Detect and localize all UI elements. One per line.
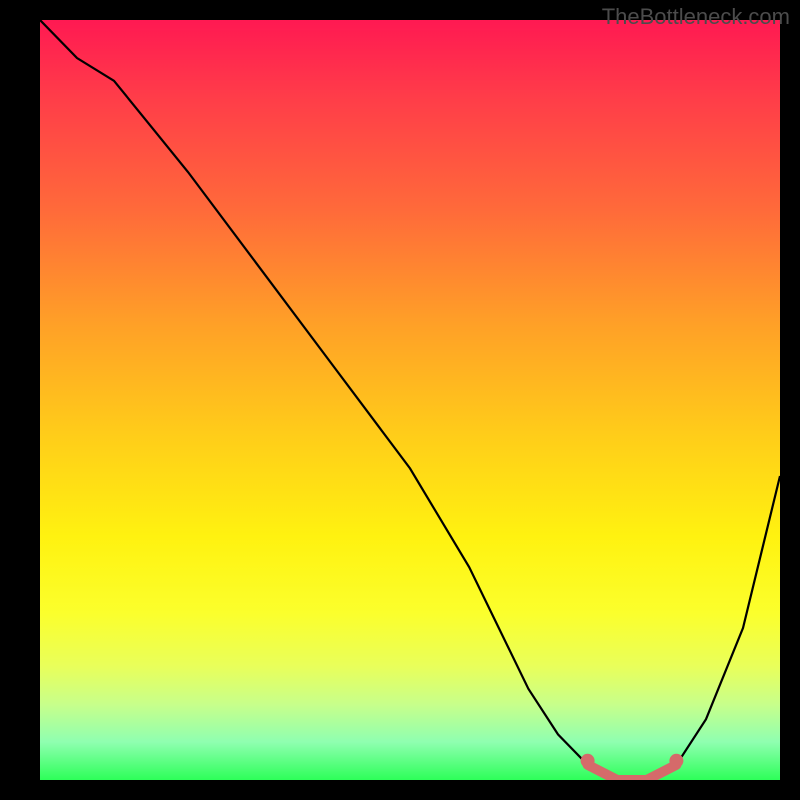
- watermark-label: TheBottleneck.com: [602, 4, 790, 30]
- highlight-dot-right: [669, 754, 683, 768]
- bottleneck-chart: [40, 20, 780, 780]
- highlight-path: [588, 765, 677, 780]
- curve-path: [40, 20, 780, 780]
- highlight-dot-left: [581, 754, 595, 768]
- chart-plot-area: [40, 20, 780, 780]
